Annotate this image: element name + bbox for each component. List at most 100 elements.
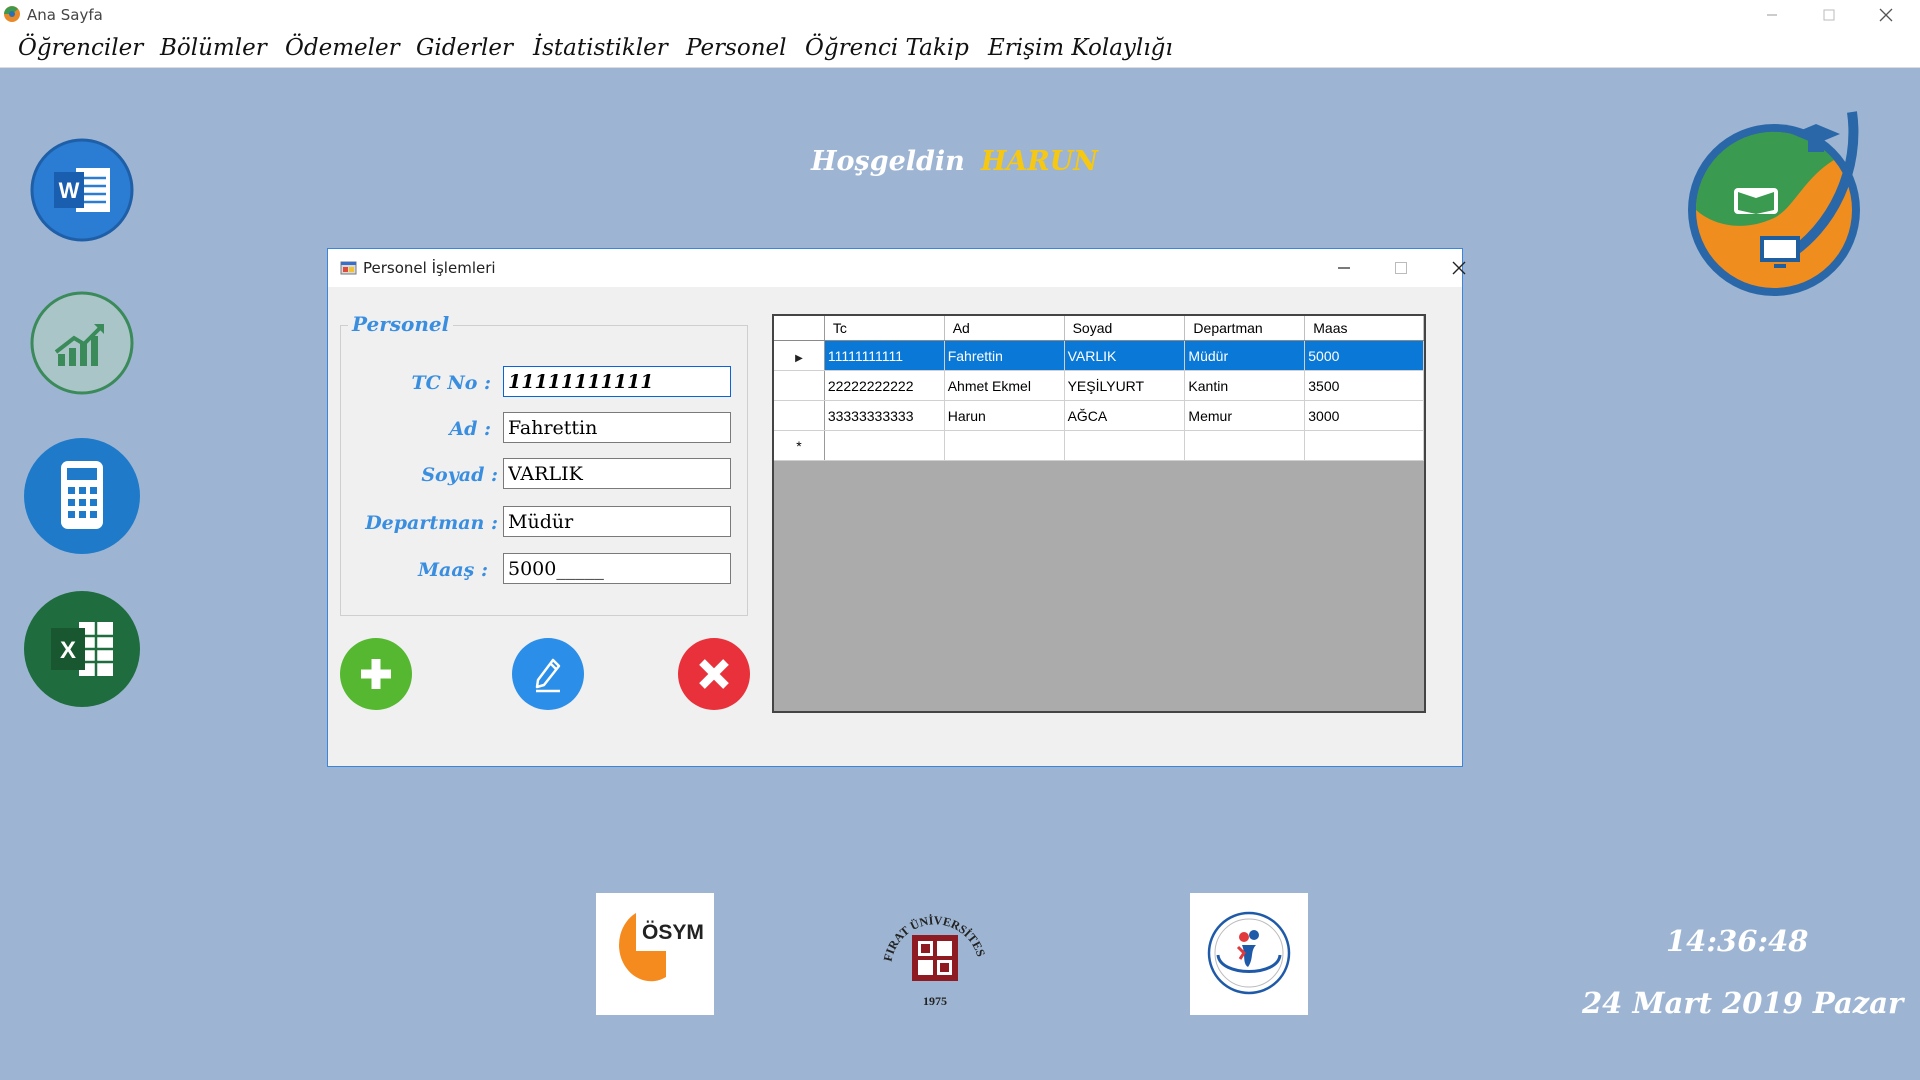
dialog-minimize-button[interactable] — [1319, 253, 1369, 283]
osym-logo-text: ÖSYM — [642, 921, 704, 944]
table-row[interactable]: ▶ 11111111111 Fahrettin VARLIK Müdür 500… — [774, 340, 1424, 371]
welcome-username: HARUN — [980, 146, 1098, 177]
table-row[interactable]: 33333333333 Harun AĞCA Memur 3000 — [774, 400, 1424, 431]
personel-group-title: Personel — [348, 312, 454, 336]
column-header-ad[interactable]: Ad — [944, 316, 1065, 341]
svg-text:W: W — [59, 178, 80, 203]
ministry-seal-icon — [1207, 911, 1291, 995]
grid-cell[interactable]: 33333333333 — [824, 400, 945, 431]
new-row-selector[interactable]: * — [774, 430, 825, 461]
grid-cell[interactable]: Ahmet Ekmel — [944, 370, 1065, 401]
grid-cell[interactable] — [1064, 430, 1186, 461]
row-selector[interactable] — [774, 400, 825, 431]
close-button[interactable] — [1858, 0, 1914, 29]
grid-cell[interactable]: Kantin — [1184, 370, 1306, 401]
grid-cell[interactable] — [824, 430, 945, 461]
firat-seal-year: 1975 — [923, 994, 947, 1008]
new-row[interactable]: * — [774, 430, 1424, 461]
add-button[interactable] — [340, 638, 412, 710]
word-icon[interactable]: W — [30, 138, 134, 244]
table-row[interactable]: 22222222222 Ahmet Ekmel YEŞİLYURT Kantin… — [774, 370, 1424, 401]
dialog-maximize-button[interactable] — [1376, 253, 1426, 283]
menu-ogrenci-takip[interactable]: Öğrenci Takip — [805, 35, 969, 61]
grid-cell[interactable] — [944, 430, 1065, 461]
maximize-icon — [1823, 9, 1835, 20]
grid-cell[interactable] — [1184, 430, 1306, 461]
column-header-departman[interactable]: Departman — [1184, 316, 1306, 341]
menu-bar: Öğrenciler Bölümler Ödemeler Giderler İs… — [0, 29, 1920, 68]
new-row-marker: * — [796, 437, 802, 454]
grid-corner-header[interactable] — [774, 316, 825, 341]
osym-logo: ÖSYM — [596, 893, 714, 1015]
row-selector-current[interactable]: ▶ — [774, 340, 825, 371]
grid-cell[interactable]: Memur — [1184, 400, 1306, 431]
column-header-soyad[interactable]: Soyad — [1064, 316, 1186, 341]
dialog-title-bar: Personel İşlemleri — [328, 249, 1466, 287]
genclik-spor-logo — [1190, 893, 1308, 1015]
dialog-close-button[interactable] — [1434, 253, 1484, 283]
menu-bolumler[interactable]: Bölümler — [160, 35, 267, 61]
chart-icon[interactable] — [30, 290, 134, 396]
row-pointer-icon: ▶ — [795, 352, 803, 364]
grid-cell[interactable]: 3500 — [1304, 370, 1424, 401]
window-title-bar: Ana Sayfa — [0, 0, 1920, 29]
svg-text:X: X — [60, 637, 76, 664]
grid-cell[interactable]: Harun — [944, 400, 1065, 431]
menu-odemeler[interactable]: Ödemeler — [285, 35, 400, 61]
ad-label: Ad : — [449, 418, 491, 440]
grid-cell[interactable]: AĞCA — [1064, 400, 1186, 431]
maximize-button[interactable] — [1801, 0, 1857, 29]
delete-button[interactable] — [678, 638, 750, 710]
soyad-label: Soyad : — [421, 464, 498, 486]
app-logo-icon — [4, 6, 20, 22]
grid-header-row: Tc Ad Soyad Departman Maas — [774, 316, 1424, 341]
menu-giderler[interactable]: Giderler — [416, 35, 513, 61]
grid-cell[interactable]: 3000 — [1304, 400, 1424, 431]
minimize-icon — [1767, 14, 1777, 15]
dialog-title: Personel İşlemleri — [363, 259, 496, 277]
edit-button[interactable] — [512, 638, 584, 710]
menu-istatistikler[interactable]: İstatistikler — [533, 35, 668, 61]
departman-input[interactable] — [503, 506, 731, 537]
minimize-button[interactable] — [1744, 0, 1800, 29]
current-date: 24 Mart 2019 Pazar — [1582, 986, 1904, 1020]
personel-data-grid[interactable]: Tc Ad Soyad Departman Maas ▶ 11111111111… — [772, 314, 1426, 713]
row-selector[interactable] — [774, 370, 825, 401]
tc-no-label: TC No : — [411, 372, 491, 394]
soyad-input[interactable] — [503, 458, 731, 489]
close-icon — [1879, 8, 1893, 21]
tc-no-input[interactable] — [503, 366, 731, 397]
column-header-tc[interactable]: Tc — [824, 316, 945, 341]
grid-cell[interactable]: VARLIK — [1064, 340, 1186, 371]
pencil-icon — [535, 658, 561, 693]
window-title: Ana Sayfa — [27, 6, 103, 24]
maximize-icon — [1395, 262, 1407, 274]
maas-label: Maaş : — [418, 559, 488, 581]
x-icon — [699, 659, 729, 689]
grid-cell[interactable]: Fahrettin — [944, 340, 1065, 371]
education-logo-icon — [1688, 111, 1860, 296]
grid-cell[interactable]: 11111111111 — [824, 340, 945, 371]
ad-input[interactable] — [503, 412, 731, 443]
form-icon — [340, 261, 357, 275]
column-header-maas[interactable]: Maas — [1304, 316, 1424, 341]
menu-personel[interactable]: Personel — [686, 35, 786, 61]
grid-cell[interactable]: YEŞİLYURT — [1064, 370, 1186, 401]
maas-input[interactable] — [503, 553, 731, 584]
plus-icon — [361, 659, 391, 689]
close-icon — [1452, 261, 1466, 275]
minimize-icon — [1338, 267, 1350, 269]
grid-cell[interactable]: 5000 — [1304, 340, 1424, 371]
welcome-message: Hoşgeldin HARUN — [811, 146, 1098, 177]
menu-erisim-kolayligi[interactable]: Erişim Kolaylığı — [988, 35, 1173, 61]
excel-icon[interactable]: X — [23, 588, 141, 710]
grid-cell[interactable]: Müdür — [1184, 340, 1306, 371]
firat-university-seal-icon: FIRAT ÜNİVERSİTESİ 1975 — [874, 882, 989, 1008]
departman-label: Departman : — [365, 512, 498, 534]
menu-ogrenciler[interactable]: Öğrenciler — [18, 35, 143, 61]
osym-logo-icon: ÖSYM — [619, 913, 704, 982]
grid-cell[interactable]: 22222222222 — [824, 370, 945, 401]
calculator-icon[interactable] — [23, 435, 141, 557]
grid-cell[interactable] — [1304, 430, 1424, 461]
firat-university-logo: FIRAT ÜNİVERSİTESİ 1975 — [874, 882, 994, 1015]
